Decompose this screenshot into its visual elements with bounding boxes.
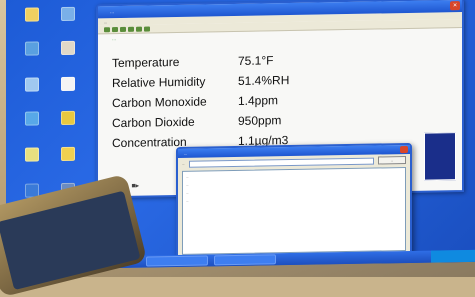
reading-value: 1.4ppm — [238, 93, 279, 108]
reading-carbon-dioxide: Carbon Dioxide 950ppm — [112, 113, 281, 131]
taskbar-item[interactable] — [214, 254, 276, 266]
toolbar-button[interactable] — [112, 26, 118, 32]
toolbar-button[interactable] — [144, 25, 150, 32]
recycle-bin-icon — [25, 111, 39, 126]
toolbar-button[interactable] — [120, 26, 126, 32]
dialog-title: ... — [184, 150, 188, 156]
folder-icon — [61, 146, 75, 162]
app-icon — [61, 110, 75, 126]
reading-concentration: Concentration 1.1µg/m3 — [112, 133, 288, 151]
computer-icon — [25, 41, 39, 56]
reading-humidity: Relative Humidity 51.4%RH — [112, 73, 289, 91]
reading-carbon-monoxide: Carbon Monoxide 1.4ppm — [112, 93, 278, 111]
toolbar-button[interactable] — [136, 26, 142, 32]
taskbar-item[interactable] — [146, 255, 208, 267]
dialog-paragraph: ... — [186, 174, 189, 179]
desktop-icon-6[interactable] — [48, 76, 88, 94]
progress-dialog: ... ... ... ... ... ... ... — [176, 142, 412, 262]
reading-label: Relative Humidity — [112, 74, 206, 91]
reading-temperature: Temperature 75.1°F — [112, 53, 273, 71]
desktop-icon-4[interactable] — [48, 40, 88, 58]
desktop-icon-3[interactable] — [12, 41, 52, 58]
progress-bar — [188, 157, 374, 168]
network-icon — [25, 77, 39, 92]
reading-value: 51.4%RH — [238, 73, 290, 88]
desktop-icon-2[interactable] — [48, 6, 88, 24]
desktop-icon-my-documents[interactable] — [12, 7, 52, 24]
window-title: ... — [110, 9, 115, 16]
desktop-icon-7[interactable] — [12, 111, 52, 128]
folder-icon — [25, 7, 39, 22]
dialog-paragraph: ... — [186, 198, 189, 203]
system-tray[interactable] — [431, 249, 475, 263]
reading-label: Concentration — [112, 134, 187, 151]
desktop-icon-10[interactable] — [48, 146, 88, 164]
dialog-button[interactable]: ... — [378, 156, 406, 165]
desktop-icon-9[interactable] — [12, 147, 52, 164]
dialog-close-button[interactable] — [400, 145, 408, 154]
dialog-paragraph: ... — [186, 182, 189, 187]
dialog-text-area[interactable]: ... ... ... ... — [182, 167, 406, 255]
dialog-paragraph: ... — [186, 190, 189, 195]
close-button[interactable]: × — [450, 1, 460, 11]
app-icon — [61, 76, 75, 92]
reading-value: 950ppm — [238, 113, 282, 128]
app-icon — [61, 40, 75, 56]
play-icon[interactable]: ■▸ — [131, 182, 139, 190]
desktop-icon-5[interactable] — [12, 77, 52, 94]
desktop-icon-8[interactable] — [48, 110, 88, 128]
reading-label: Carbon Monoxide — [112, 94, 207, 111]
toolbar-button[interactable] — [104, 26, 110, 32]
reading-label: Temperature — [112, 54, 180, 71]
app-icon — [61, 6, 75, 22]
dialog-status-label: ... — [182, 161, 185, 166]
toolbar-button[interactable] — [128, 26, 134, 32]
reading-value: 75.1°F — [238, 53, 274, 68]
logo-image — [424, 132, 456, 181]
app-icon — [25, 147, 39, 162]
reading-label: Carbon Dioxide — [112, 114, 195, 131]
